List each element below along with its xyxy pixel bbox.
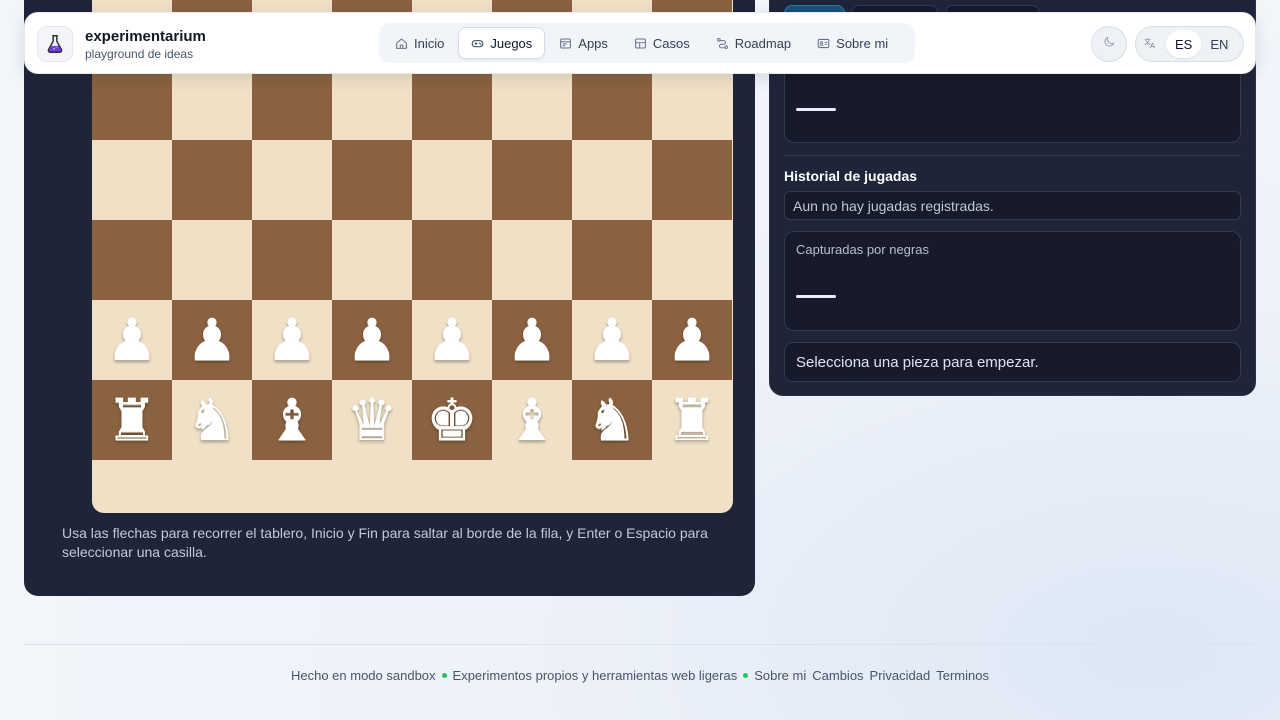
white-piece[interactable]: ♟ [106, 311, 158, 369]
footer-link-sobre-mi[interactable]: Sobre mi [754, 668, 806, 683]
brand-tagline: playground de ideas [85, 47, 194, 61]
square-e4[interactable] [412, 140, 492, 220]
white-piece[interactable]: ♞ [186, 391, 238, 449]
nav-label: Sobre mi [836, 35, 889, 51]
game-status-message: Selecciona una pieza para empezar. [784, 342, 1241, 382]
white-piece[interactable]: ♚ [426, 391, 478, 449]
nav-item-casos[interactable]: Casos [622, 27, 702, 59]
square-a2[interactable]: ♟ [92, 300, 172, 380]
footer-tagline: Experimentos propios y herramientas web … [452, 668, 738, 683]
square-d3[interactable] [332, 220, 412, 300]
square-c1[interactable]: ♝ [252, 380, 332, 460]
square-a4[interactable] [92, 140, 172, 220]
moon-icon [1103, 35, 1116, 53]
square-h2[interactable]: ♟ [652, 300, 732, 380]
square-d2[interactable]: ♟ [332, 300, 412, 380]
footer-link-privacidad[interactable]: Privacidad [870, 668, 931, 683]
language-option-es[interactable]: ES [1166, 30, 1202, 58]
square-e3[interactable] [412, 220, 492, 300]
language-switcher: 文A ES EN [1135, 26, 1244, 62]
svg-text:A: A [1150, 42, 1155, 49]
top-navigation-bar: experimentarium playground de ideas Inic… [24, 12, 1256, 74]
white-piece[interactable]: ♝ [266, 391, 318, 449]
white-piece[interactable]: ♜ [666, 391, 718, 449]
nav-label: Inicio [414, 35, 445, 51]
square-h4[interactable] [652, 140, 732, 220]
square-g3[interactable] [572, 220, 652, 300]
footer-link-terminos[interactable]: Terminos [936, 668, 989, 683]
square-d1[interactable]: ♛ [332, 380, 412, 460]
white-piece[interactable]: ♟ [426, 311, 478, 369]
nav-label: Juegos [490, 35, 533, 51]
nav-item-inicio[interactable]: Inicio [383, 27, 456, 59]
white-piece[interactable]: ♟ [666, 311, 718, 369]
footer-dot [441, 673, 447, 678]
white-piece[interactable]: ♛ [346, 391, 398, 449]
nav-item-apps[interactable]: Apps [547, 27, 620, 59]
grid-icon [634, 37, 647, 50]
captured-empty-dash [796, 295, 836, 298]
white-piece[interactable]: ♟ [346, 311, 398, 369]
white-piece[interactable]: ♞ [586, 391, 638, 449]
square-b1[interactable]: ♞ [172, 380, 252, 460]
captured-by-black-box: Capturadas por negras [784, 231, 1241, 331]
square-g2[interactable]: ♟ [572, 300, 652, 380]
square-e2[interactable]: ♟ [412, 300, 492, 380]
move-history-list: Aun no hay jugadas registradas. [784, 191, 1241, 220]
board-keyboard-help: Usa las flechas para recorrer el tablero… [62, 525, 708, 560]
square-f1[interactable]: ♝ [492, 380, 572, 460]
site-footer: Hecho en modo sandbox Experimentos propi… [0, 668, 1280, 683]
footer-made-in: Hecho en modo sandbox [290, 668, 436, 683]
history-title: Historial de jugadas [784, 168, 918, 184]
footer-link-cambios[interactable]: Cambios [812, 668, 863, 683]
theme-toggle-button[interactable] [1091, 26, 1127, 62]
square-b3[interactable] [172, 220, 252, 300]
gamepad-icon [471, 37, 484, 50]
app-window-icon [559, 37, 572, 50]
white-piece[interactable]: ♟ [506, 311, 558, 369]
side-divider [784, 155, 1241, 156]
white-piece[interactable]: ♝ [506, 391, 558, 449]
square-e1[interactable]: ♚ [412, 380, 492, 460]
white-piece[interactable]: ♟ [586, 311, 638, 369]
square-b4[interactable] [172, 140, 252, 220]
square-g1[interactable]: ♞ [572, 380, 652, 460]
route-icon [716, 37, 729, 50]
translate-icon: 文A [1144, 36, 1166, 52]
white-piece[interactable]: ♜ [106, 391, 158, 449]
chess-board-panel: ♟♟♟♟♟♟♟♟♟♟♟♟♟♟♟♟♜♞♝♛♚♝♞♜ Usa las flechas… [24, 0, 755, 596]
id-card-icon [817, 37, 830, 50]
home-icon [395, 37, 408, 50]
flask-icon[interactable] [37, 26, 73, 62]
chess-board[interactable]: ♟♟♟♟♟♟♟♟♟♟♟♟♟♟♟♟♜♞♝♛♚♝♞♜ [92, 0, 733, 513]
captured-by-black-label: Capturadas por negras [796, 242, 929, 257]
square-f4[interactable] [492, 140, 572, 220]
square-c2[interactable]: ♟ [252, 300, 332, 380]
square-a3[interactable] [92, 220, 172, 300]
square-d4[interactable] [332, 140, 412, 220]
square-h1[interactable]: ♜ [652, 380, 732, 460]
footer-divider [24, 644, 1256, 645]
nav-label: Apps [578, 35, 608, 51]
square-f3[interactable] [492, 220, 572, 300]
square-f2[interactable]: ♟ [492, 300, 572, 380]
square-c3[interactable] [252, 220, 332, 300]
square-h3[interactable] [652, 220, 732, 300]
main-nav: Inicio Juegos Apps Casos Roadmap Sobre m… [379, 23, 915, 63]
square-g4[interactable] [572, 140, 652, 220]
white-piece[interactable]: ♟ [186, 311, 238, 369]
nav-label: Roadmap [734, 35, 792, 51]
nav-item-roadmap[interactable]: Roadmap [704, 27, 803, 59]
footer-dot [743, 673, 749, 678]
white-piece[interactable]: ♟ [266, 311, 318, 369]
nav-item-sobre-mi[interactable]: Sobre mi [805, 27, 900, 59]
language-option-en[interactable]: EN [1201, 30, 1237, 58]
nav-label: Casos [652, 35, 690, 51]
captured-empty-dash [796, 108, 836, 111]
square-c4[interactable] [252, 140, 332, 220]
nav-item-juegos[interactable]: Juegos [458, 27, 546, 59]
square-a1[interactable]: ♜ [92, 380, 172, 460]
square-b2[interactable]: ♟ [172, 300, 252, 380]
brand-name[interactable]: experimentarium [85, 28, 206, 45]
